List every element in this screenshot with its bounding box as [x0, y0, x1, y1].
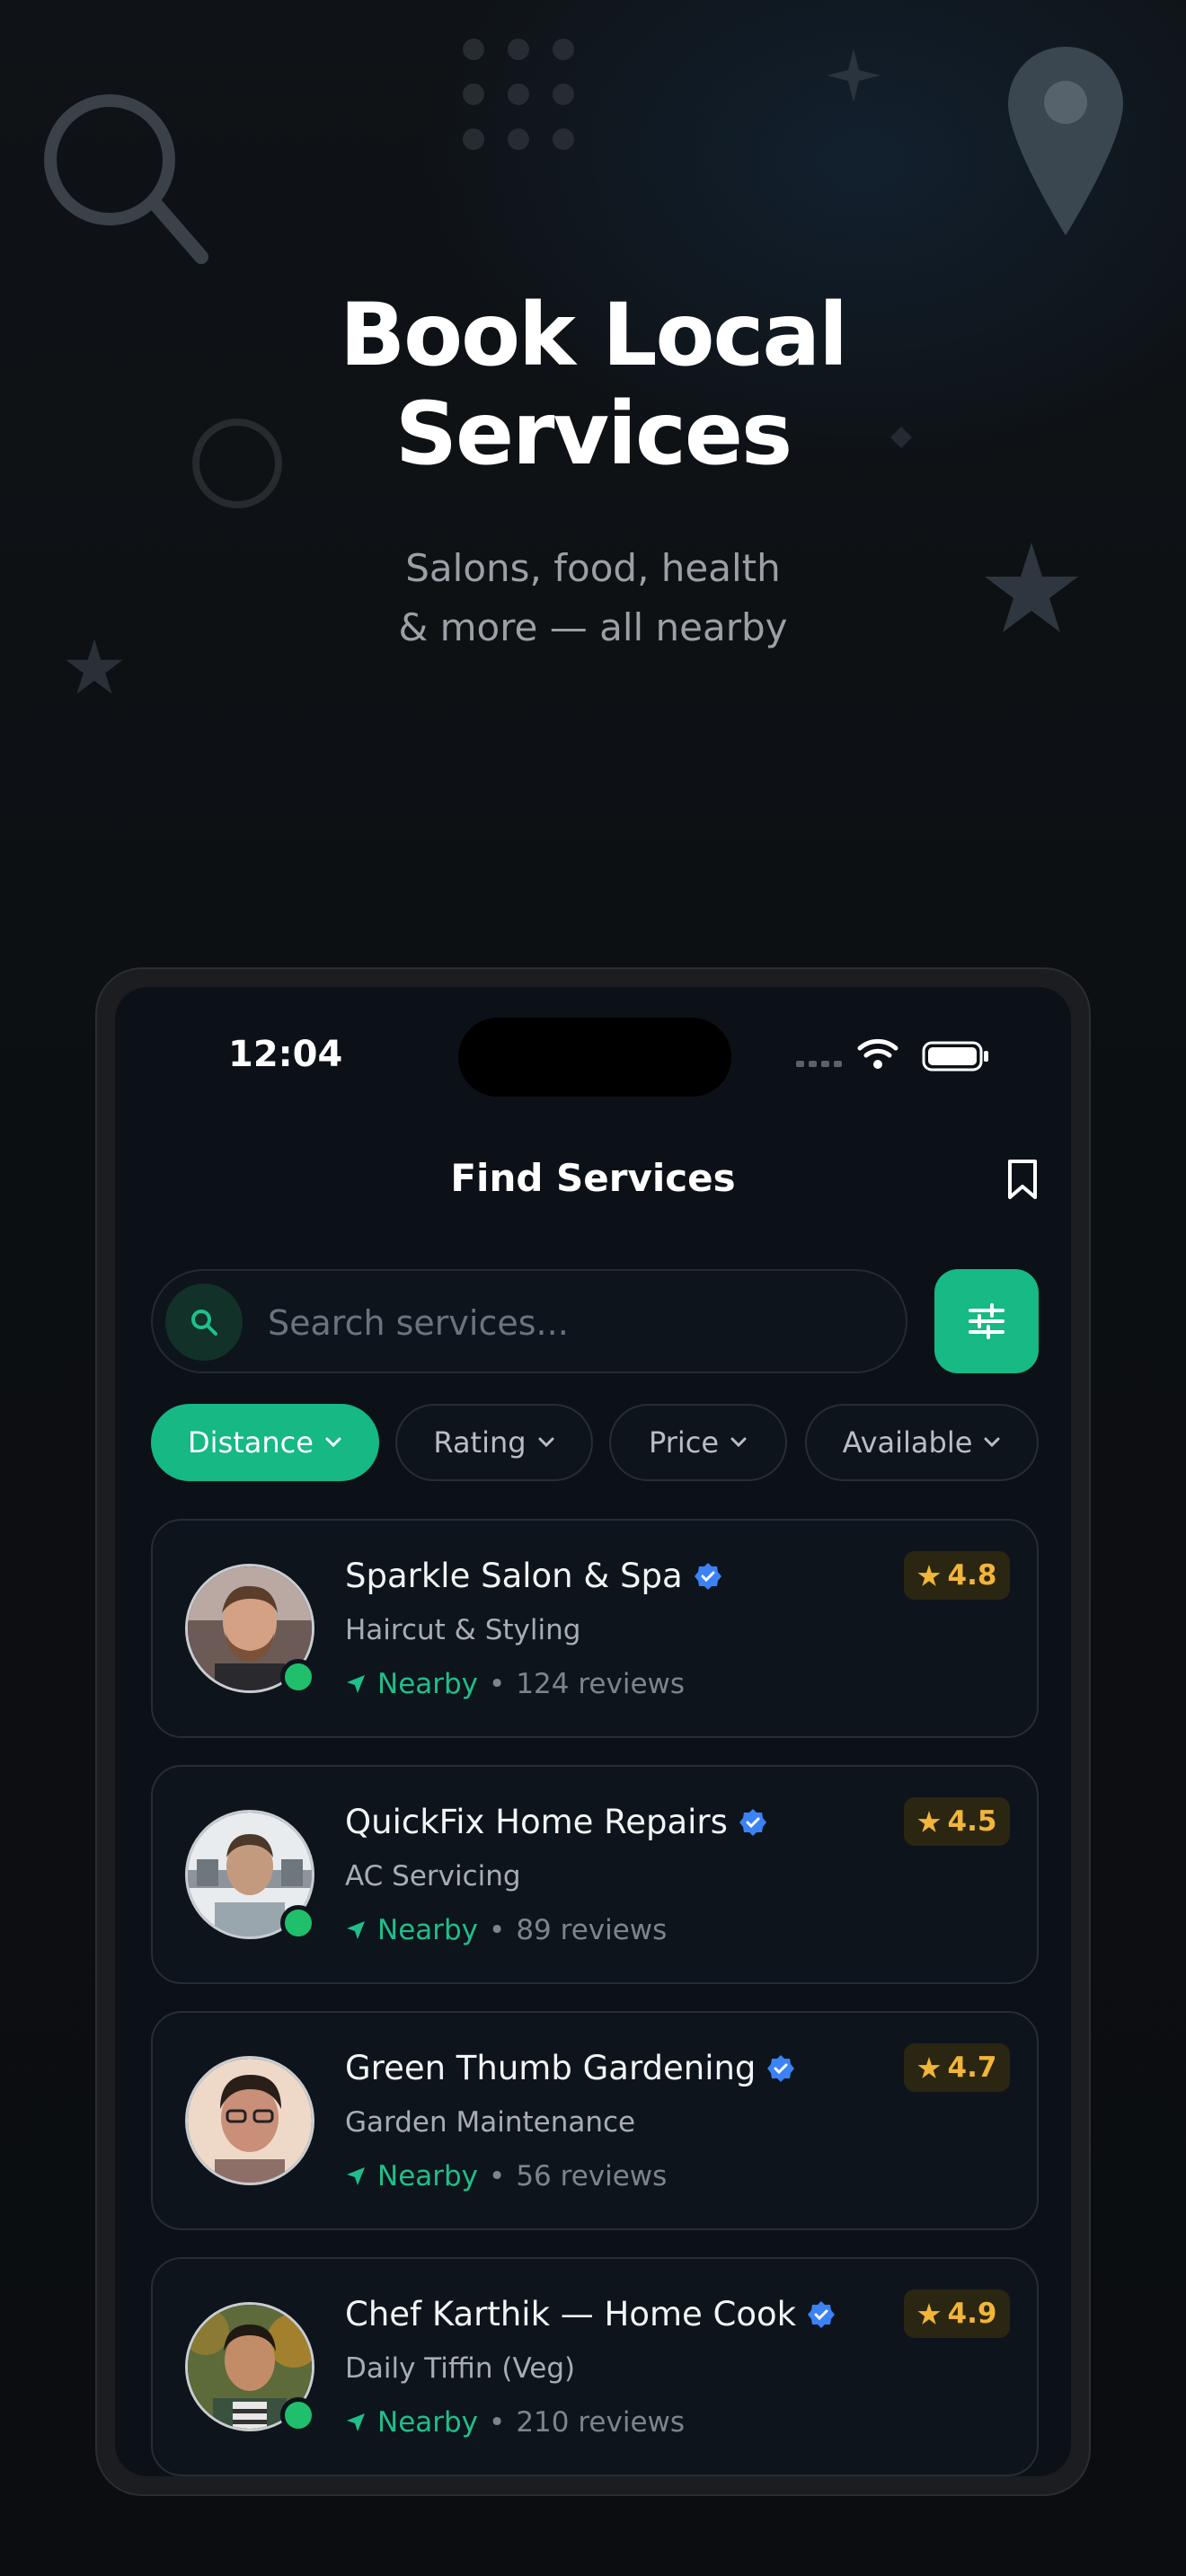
search-placeholder: Search services... — [268, 1303, 569, 1343]
provider-meta: Nearby • 210 reviews — [345, 2406, 685, 2439]
provider-distance: Nearby — [377, 2406, 479, 2439]
sparkle-decoration-icon — [827, 49, 881, 102]
provider-distance: Nearby — [377, 1668, 479, 1700]
provider-meta: Nearby • 56 reviews — [345, 2160, 667, 2192]
provider-distance: Nearby — [377, 2160, 479, 2192]
chip-label: Available — [842, 1425, 973, 1460]
chip-available[interactable]: Available — [805, 1404, 1039, 1481]
chip-label: Price — [648, 1425, 720, 1460]
provider-name: QuickFix Home Repairs — [345, 1803, 767, 1841]
provider-reviews: 89 reviews — [516, 1914, 668, 1946]
bookmark-icon[interactable] — [1005, 1158, 1040, 1201]
provider-reviews: 124 reviews — [516, 1668, 686, 1700]
provider-category: AC Servicing — [345, 1860, 521, 1892]
rating-badge: 4.9 — [904, 2289, 1010, 2338]
rating-value: 4.8 — [947, 1559, 997, 1592]
hero-title-line-1: Book Local — [339, 285, 848, 385]
rating-value: 4.5 — [947, 1805, 997, 1838]
provider-card[interactable]: QuickFix Home Repairs AC Servicing Nearb… — [151, 1765, 1039, 1984]
chip-label: Rating — [433, 1425, 527, 1460]
provider-name-text: Chef Karthik — Home Cook — [345, 2295, 797, 2333]
provider-category: Daily Tiffin (Veg) — [345, 2352, 576, 2385]
cellular-signal-icon — [796, 1061, 842, 1067]
sliders-icon — [969, 1303, 1005, 1339]
star-icon — [917, 1564, 941, 1587]
meta-separator: • — [489, 1914, 506, 1946]
provider-reviews: 56 reviews — [516, 2160, 668, 2192]
rating-value: 4.7 — [947, 2051, 997, 2084]
avatar — [185, 2056, 314, 2185]
phone-mockup: 12:04 Find Services Search services... D… — [95, 967, 1091, 2496]
grid-dots-decoration-icon — [463, 39, 574, 150]
provider-card[interactable]: Green Thumb Gardening Garden Maintenance… — [151, 2011, 1039, 2230]
provider-card[interactable]: Sparkle Salon & Spa Haircut & Styling Ne… — [151, 1519, 1039, 1738]
provider-name: Green Thumb Gardening — [345, 2049, 795, 2087]
battery-icon — [922, 1041, 988, 1072]
filter-button[interactable] — [934, 1269, 1039, 1373]
status-bar-time: 12:04 — [228, 1034, 343, 1075]
provider-distance: Nearby — [377, 1914, 479, 1946]
star-icon — [917, 2302, 941, 2325]
meta-separator: • — [489, 1668, 506, 1700]
search-icon — [165, 1284, 243, 1361]
filter-chips: Distance Rating Price Available — [151, 1404, 1049, 1481]
status-bar-indicators — [796, 1037, 994, 1073]
navigation-arrow-icon — [347, 1921, 365, 1939]
provider-category: Haircut & Styling — [345, 1614, 581, 1646]
provider-name: Chef Karthik — Home Cook — [345, 2295, 836, 2333]
provider-name: Sparkle Salon & Spa — [345, 1557, 722, 1595]
provider-card[interactable]: Chef Karthik — Home Cook Daily Tiffin (V… — [151, 2257, 1039, 2476]
provider-category: Garden Maintenance — [345, 2106, 636, 2139]
chevron-down-icon — [538, 1437, 554, 1448]
star-icon — [917, 2056, 941, 2079]
provider-reviews: 210 reviews — [516, 2406, 686, 2439]
location-pin-decoration-icon — [1008, 47, 1123, 235]
hero-subtitle-line-2: & more — all nearby — [398, 605, 788, 649]
verified-badge-icon — [767, 2054, 795, 2082]
phone-screen: 12:04 Find Services Search services... D… — [115, 987, 1071, 2476]
magnifier-decoration-icon — [44, 94, 208, 264]
provider-meta: Nearby • 124 reviews — [345, 1668, 685, 1700]
chip-label: Distance — [188, 1425, 314, 1460]
wifi-icon — [857, 1038, 898, 1069]
rating-badge: 4.7 — [904, 2043, 1010, 2092]
verified-badge-icon — [739, 1808, 766, 1836]
dynamic-island — [458, 1018, 731, 1097]
chip-price[interactable]: Price — [609, 1404, 787, 1481]
chip-distance[interactable]: Distance — [151, 1404, 379, 1481]
online-status-dot — [280, 1905, 316, 1941]
chevron-down-icon — [325, 1437, 341, 1448]
rating-value: 4.9 — [947, 2298, 997, 2330]
star-icon — [917, 1810, 941, 1833]
rating-badge: 4.5 — [904, 1797, 1010, 1846]
provider-name-text: QuickFix Home Repairs — [345, 1803, 728, 1841]
search-input[interactable]: Search services... — [151, 1269, 907, 1373]
hero-title: Book Local Services — [0, 286, 1186, 483]
online-status-dot — [280, 2397, 316, 2433]
navigation-arrow-icon — [347, 2413, 365, 2431]
navigation-arrow-icon — [347, 2167, 365, 2185]
provider-meta: Nearby • 89 reviews — [345, 1914, 667, 1946]
meta-separator: • — [489, 2160, 506, 2192]
provider-name-text: Green Thumb Gardening — [345, 2049, 757, 2087]
meta-separator: • — [489, 2406, 506, 2439]
online-status-dot — [280, 1659, 316, 1695]
provider-name-text: Sparkle Salon & Spa — [345, 1557, 683, 1595]
rating-badge: 4.8 — [904, 1551, 1010, 1600]
hero-subtitle: Salons, food, health & more — all nearby — [0, 539, 1186, 657]
chevron-down-icon — [730, 1437, 747, 1448]
hero-subtitle-line-1: Salons, food, health — [405, 546, 781, 590]
page-title: Find Services — [450, 1156, 736, 1200]
chevron-down-icon — [984, 1437, 1000, 1448]
verified-badge-icon — [808, 2300, 836, 2328]
chip-rating[interactable]: Rating — [395, 1404, 593, 1481]
verified-badge-icon — [694, 1562, 721, 1590]
navigation-arrow-icon — [347, 1675, 365, 1693]
hero-title-line-2: Services — [394, 384, 792, 484]
